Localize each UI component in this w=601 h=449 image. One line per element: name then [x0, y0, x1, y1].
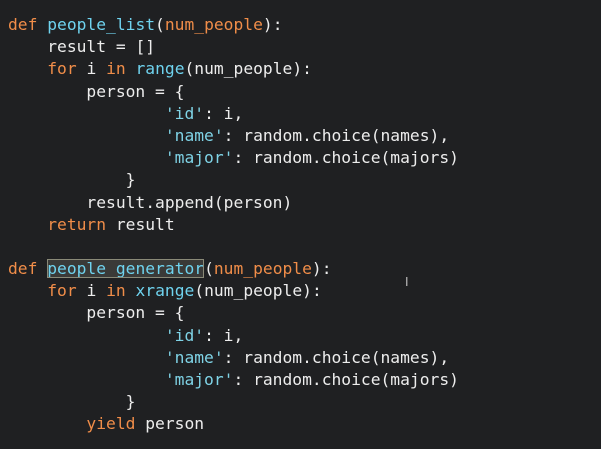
code-token: in — [106, 281, 126, 301]
code-token: people_list — [47, 15, 156, 34]
code-token: return — [47, 214, 107, 234]
code-token: person — [135, 414, 205, 434]
code-token: ( — [204, 259, 214, 279]
code-token: result = [] — [47, 37, 156, 57]
code-token: ): — [311, 259, 332, 279]
code-token: 'name' — [164, 347, 224, 367]
code-line[interactable]: 'id': i, — [8, 325, 459, 347]
code-token: num_people — [213, 259, 312, 279]
code-token: people_generator — [47, 259, 205, 279]
code-token: def — [8, 259, 48, 279]
code-line[interactable]: 'major': random.choice(majors) — [8, 147, 459, 169]
code-line[interactable]: result = [] — [8, 36, 459, 58]
code-token: range — [135, 59, 185, 79]
code-token: : i, — [204, 103, 244, 123]
code-line[interactable]: 'name': random.choice(names), — [8, 125, 459, 147]
code-line[interactable]: def people_generator(num_people): — [8, 258, 459, 280]
code-editor[interactable]: def people_list(num_people): result = []… — [0, 0, 601, 449]
code-token: ( — [155, 15, 165, 34]
code-line[interactable]: } — [8, 169, 459, 191]
code-line[interactable]: 'name': random.choice(names), — [8, 347, 459, 369]
code-token: i — [76, 59, 107, 79]
code-line[interactable]: for i in range(num_people): — [8, 58, 459, 80]
code-token: : random.choice(majors) — [233, 148, 459, 168]
code-token: 'id' — [164, 325, 205, 345]
code-token: num_people — [164, 15, 263, 34]
code-token: (num_people): — [194, 281, 322, 301]
code-line[interactable]: for i in xrange(num_people): — [8, 280, 459, 302]
code-area[interactable]: def people_list(num_people): result = []… — [8, 14, 459, 436]
code-token: : random.choice(names), — [223, 347, 450, 367]
code-token: 'major' — [164, 148, 234, 168]
code-line[interactable]: } — [8, 391, 459, 413]
code-line[interactable]: def people_list(num_people): — [8, 14, 459, 36]
code-token: 'id' — [164, 103, 205, 123]
code-token: person = { — [86, 81, 185, 101]
code-token: ): — [262, 15, 283, 34]
code-token: result.append(person) — [86, 192, 293, 212]
code-line[interactable]: result.append(person) — [8, 192, 459, 214]
code-line[interactable]: 'major': random.choice(majors) — [8, 369, 459, 391]
text-cursor-icon: I — [405, 275, 409, 289]
code-token: : random.choice(majors) — [233, 370, 459, 389]
code-line[interactable]: person = { — [8, 81, 459, 103]
code-token: yield — [86, 414, 136, 434]
code-line[interactable]: return result — [8, 214, 459, 236]
code-token: person = { — [86, 303, 185, 323]
code-line[interactable]: 'id': i, — [8, 103, 459, 125]
code-token: (num_people): — [184, 59, 312, 79]
code-token: in — [106, 59, 126, 79]
code-token: : random.choice(names), — [223, 125, 450, 145]
code-token: for — [47, 281, 77, 301]
code-line[interactable]: person = { — [8, 302, 459, 324]
code-token: for — [47, 59, 77, 79]
code-line[interactable]: yield person — [8, 413, 459, 435]
code-token: } — [125, 392, 136, 412]
code-token: 'major' — [164, 370, 234, 389]
code-token: def — [8, 15, 48, 34]
code-token: 'name' — [164, 125, 224, 145]
code-line[interactable] — [8, 236, 459, 258]
code-token: } — [125, 170, 136, 190]
code-token: i — [76, 281, 107, 301]
code-token: xrange — [135, 281, 195, 301]
code-token: : i, — [204, 325, 244, 345]
code-token: result — [106, 214, 175, 234]
